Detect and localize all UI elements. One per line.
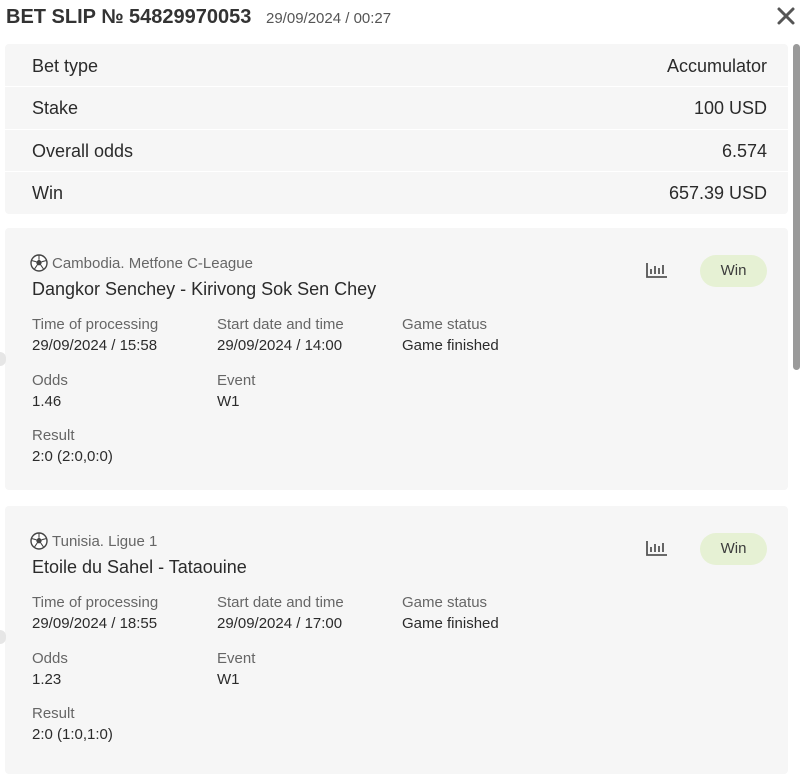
summary-label: Win <box>32 183 63 203</box>
start-date-field: Start date and time 29/09/2024 / 14:00 <box>217 316 344 354</box>
field-value: 29/09/2024 / 17:00 <box>217 615 343 632</box>
bet-summary: Bet type Accumulator Stake 100 USD Overa… <box>5 44 788 214</box>
event-card: Cambodia. Metfone C-League Dangkor Sench… <box>5 228 788 490</box>
field-value: Game finished <box>402 615 499 632</box>
field-value: 2:0 (1:0,1:0) <box>32 726 113 743</box>
league-name: Tunisia. Ligue 1 <box>52 533 158 550</box>
close-icon[interactable] <box>774 4 798 28</box>
summary-value: 6.574 <box>721 141 767 161</box>
field-label: Time of processing <box>32 316 159 333</box>
field-value: 1.23 <box>32 671 62 688</box>
match-title: Etoile du Sahel - Tataouine <box>32 557 247 577</box>
game-status-field: Game status Game finished <box>402 594 499 632</box>
field-label: Result <box>32 427 75 444</box>
time-of-processing-field: Time of processing 29/09/2024 / 18:55 <box>32 594 158 632</box>
field-value: W1 <box>217 393 240 410</box>
event-field: Event W1 <box>217 650 255 688</box>
summary-label: Overall odds <box>32 141 134 161</box>
odds-field: Odds 1.46 <box>32 372 68 410</box>
summary-value: 657.39 USD <box>668 183 767 203</box>
field-label: Start date and time <box>217 594 344 611</box>
field-label: Game status <box>402 316 488 333</box>
bet-slip-title: BET SLIP № 54829970053 <box>6 6 252 28</box>
summary-row-bet-type: Bet type Accumulator <box>5 45 788 87</box>
game-status-field: Game status Game finished <box>402 316 499 354</box>
bet-slip-datetime: 29/09/2024 / 00:27 <box>266 10 392 27</box>
field-label: Result <box>32 705 75 722</box>
league-line: Tunisia. Ligue 1 <box>30 532 157 550</box>
result-field: Result 2:0 (1:0,1:0) <box>32 705 113 743</box>
soccer-ball-icon <box>30 254 48 272</box>
field-label: Game status <box>402 594 488 611</box>
event-field: Event W1 <box>217 372 255 410</box>
summary-label: Stake <box>32 98 79 118</box>
time-of-processing-field: Time of processing 29/09/2024 / 15:58 <box>32 316 158 354</box>
summary-row-stake: Stake 100 USD <box>5 87 788 129</box>
event-card: Tunisia. Ligue 1 Etoile du Sahel - Tatao… <box>5 506 788 774</box>
status-badge: Win <box>700 533 767 565</box>
summary-value: Accumulator <box>666 56 767 76</box>
field-label: Start date and time <box>217 316 344 333</box>
summary-row-win: Win 657.39 USD <box>5 172 788 214</box>
status-badge: Win <box>700 255 767 287</box>
field-value: Game finished <box>402 337 499 354</box>
field-value: W1 <box>217 671 240 688</box>
field-label: Odds <box>32 650 68 667</box>
statistics-icon[interactable] <box>645 260 669 280</box>
soccer-ball-icon <box>30 532 48 550</box>
summary-row-overall-odds: Overall odds 6.574 <box>5 130 788 172</box>
scrollbar[interactable] <box>793 44 800 370</box>
odds-field: Odds 1.23 <box>32 650 68 688</box>
summary-value: 100 USD <box>693 98 767 118</box>
start-date-field: Start date and time 29/09/2024 / 17:00 <box>217 594 344 632</box>
field-label: Event <box>217 372 256 389</box>
field-value: 29/09/2024 / 15:58 <box>32 337 158 354</box>
field-value: 29/09/2024 / 18:55 <box>32 615 158 632</box>
bet-slip-header: BET SLIP № 54829970053 29/09/2024 / 00:2… <box>0 0 800 36</box>
field-label: Event <box>217 650 256 667</box>
field-value: 1.46 <box>32 393 62 410</box>
league-name: Cambodia. Metfone C-League <box>52 255 253 272</box>
statistics-icon[interactable] <box>645 538 669 558</box>
field-value: 29/09/2024 / 14:00 <box>217 337 343 354</box>
match-title: Dangkor Senchey - Kirivong Sok Sen Chey <box>32 279 377 299</box>
field-label: Odds <box>32 372 68 389</box>
field-value: 2:0 (2:0,0:0) <box>32 448 113 465</box>
field-label: Time of processing <box>32 594 159 611</box>
summary-label: Bet type <box>32 56 99 76</box>
result-field: Result 2:0 (2:0,0:0) <box>32 427 113 465</box>
league-line: Cambodia. Metfone C-League <box>30 254 253 272</box>
